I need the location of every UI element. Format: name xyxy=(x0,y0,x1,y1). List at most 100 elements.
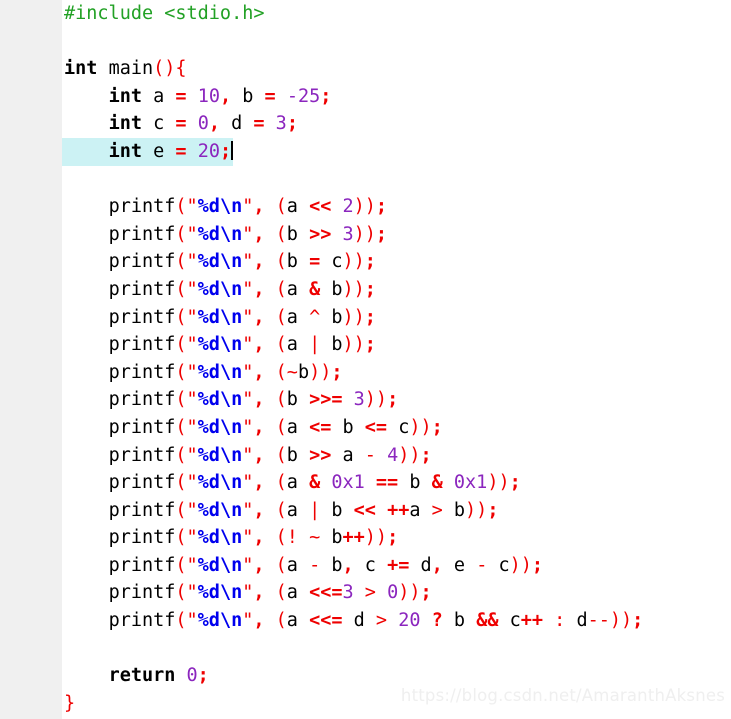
code-text[interactable]: printf("%d\n", (~b)); xyxy=(62,359,343,387)
code-text[interactable]: int a = 10, b = -25; xyxy=(62,83,332,111)
code-token: " xyxy=(242,278,254,300)
code-line[interactable]: 15 printf("%d\n", (b >>= 3)); xyxy=(0,386,731,414)
code-text[interactable]: int c = 0, d = 3; xyxy=(62,110,298,138)
code-token: ; xyxy=(320,85,332,107)
code-text[interactable]: printf("%d\n", (a & b)); xyxy=(62,276,376,304)
code-token: " xyxy=(186,416,198,438)
code-text[interactable]: printf("%d\n", (b >>= 3)); xyxy=(62,386,399,414)
code-text[interactable] xyxy=(62,635,64,663)
code-lines-container[interactable]: 1#include <stdio.h>23int main(){4 int a … xyxy=(0,0,731,717)
code-text[interactable]: printf("%d\n", (a ^ b)); xyxy=(62,304,376,332)
code-token: " xyxy=(186,196,198,218)
code-line[interactable]: 16 printf("%d\n", (a <= b <= c)); xyxy=(0,413,731,442)
code-line[interactable]: 3int main(){ xyxy=(0,55,731,83)
code-token: == xyxy=(375,472,399,494)
code-line[interactable]: 4 int a = 10, b = -25; xyxy=(0,82,731,111)
code-line[interactable]: 10 printf("%d\n", (b = c)); xyxy=(0,248,731,276)
code-token: & xyxy=(431,472,443,494)
code-token: )) xyxy=(487,472,510,494)
code-token: ( xyxy=(175,223,187,245)
code-token: " xyxy=(186,278,198,300)
code-token: ; xyxy=(632,610,644,632)
code-token: )) xyxy=(409,416,432,438)
code-line[interactable]: 1#include <stdio.h> xyxy=(0,0,731,28)
code-token: ( xyxy=(275,389,287,411)
code-token: b xyxy=(320,278,343,300)
code-token: ( xyxy=(175,389,187,411)
code-text[interactable]: printf("%d\n", (a <<= d > 20 ? b && c++ … xyxy=(62,607,644,635)
code-line[interactable]: 6 int e = 20; xyxy=(0,137,731,166)
code-token: ; xyxy=(420,444,432,466)
code-token: -25 xyxy=(286,85,321,107)
code-line[interactable]: 21 printf("%d\n", (a - b, c += d, e - c)… xyxy=(0,551,731,580)
code-line[interactable]: 5 int c = 0, d = 3; xyxy=(0,110,731,138)
code-text[interactable]: printf("%d\n", (a <= b <= c)); xyxy=(62,414,443,442)
code-line[interactable]: 23 printf("%d\n", (a <<= d > 20 ? b && c… xyxy=(0,607,731,635)
code-token: c xyxy=(487,554,510,576)
code-line[interactable]: 17 printf("%d\n", (b >> a - 4)); xyxy=(0,441,731,470)
code-line[interactable]: 12 printf("%d\n", (a ^ b)); xyxy=(0,303,731,332)
code-token: && xyxy=(476,610,499,632)
code-text[interactable]: printf("%d\n", (a | b)); xyxy=(62,331,376,359)
code-token: <= xyxy=(309,416,332,438)
code-text[interactable]: printf("%d\n", (a & 0x1 == b & 0x1)); xyxy=(62,469,521,497)
code-text[interactable]: printf("%d\n", (b >> a - 4)); xyxy=(62,442,432,470)
code-line[interactable]: 13 printf("%d\n", (a | b)); xyxy=(0,331,731,359)
code-line[interactable]: 22 printf("%d\n", (a <<=3 > 0)); xyxy=(0,579,731,608)
code-token: " xyxy=(242,610,254,632)
code-text[interactable]: } xyxy=(62,690,75,718)
code-line[interactable]: 20 printf("%d\n", (! ~ b++)); xyxy=(0,524,731,552)
code-token: d xyxy=(409,554,432,576)
code-text[interactable]: int e = 20; xyxy=(62,137,233,166)
code-text[interactable]: printf("%d\n", (a << 2)); xyxy=(62,193,388,221)
code-text[interactable] xyxy=(62,166,64,194)
code-token: ( xyxy=(275,554,287,576)
code-token: ( xyxy=(275,361,287,383)
code-line[interactable]: 8 printf("%d\n", (a << 2)); xyxy=(0,193,731,221)
code-token: ( xyxy=(275,610,287,632)
code-line[interactable]: 14 printf("%d\n", (~b)); xyxy=(0,358,731,387)
code-token: = xyxy=(175,113,187,135)
code-line[interactable]: 18 printf("%d\n", (a & 0x1 == b & 0x1)); xyxy=(0,469,731,497)
code-line[interactable]: 7 xyxy=(0,165,731,194)
code-token: > xyxy=(364,582,376,604)
code-text[interactable]: printf("%d\n", (a | b << ++a > b)); xyxy=(62,497,499,525)
code-text[interactable]: printf("%d\n", (b = c)); xyxy=(62,248,376,276)
code-text[interactable]: int main(){ xyxy=(62,55,187,83)
code-token: printf xyxy=(108,610,176,632)
code-folding-margin[interactable] xyxy=(40,0,62,719)
code-text[interactable] xyxy=(62,28,64,56)
code-token: ; xyxy=(387,389,399,411)
code-editor[interactable]: 1#include <stdio.h>23int main(){4 int a … xyxy=(0,0,731,719)
code-line[interactable]: 24 xyxy=(0,634,731,663)
code-token: ! xyxy=(286,527,298,549)
text-cursor xyxy=(231,140,233,160)
code-token: b xyxy=(331,416,365,438)
code-text[interactable]: #include <stdio.h> xyxy=(62,0,264,28)
code-token: " xyxy=(186,527,198,549)
code-line[interactable]: 19 printf("%d\n", (a | b << ++a > b)); xyxy=(0,496,731,525)
code-text[interactable]: printf("%d\n", (a - b, c += d, e - c)); xyxy=(62,552,543,580)
code-text[interactable]: return 0; xyxy=(62,662,209,690)
code-text[interactable]: printf("%d\n", (a <<=3 > 0)); xyxy=(62,579,432,607)
code-line[interactable]: 2 xyxy=(0,28,731,56)
code-line[interactable]: 11 printf("%d\n", (a & b)); xyxy=(0,275,731,304)
code-token: , xyxy=(253,582,265,604)
code-token: 2 xyxy=(342,196,354,218)
code-token: -- xyxy=(587,610,610,632)
code-text[interactable]: printf("%d\n", (! ~ b++)); xyxy=(62,524,399,552)
code-line[interactable]: 9 printf("%d\n", (b >> 3)); xyxy=(0,220,731,249)
code-text[interactable]: printf("%d\n", (b >> 3)); xyxy=(62,221,388,249)
